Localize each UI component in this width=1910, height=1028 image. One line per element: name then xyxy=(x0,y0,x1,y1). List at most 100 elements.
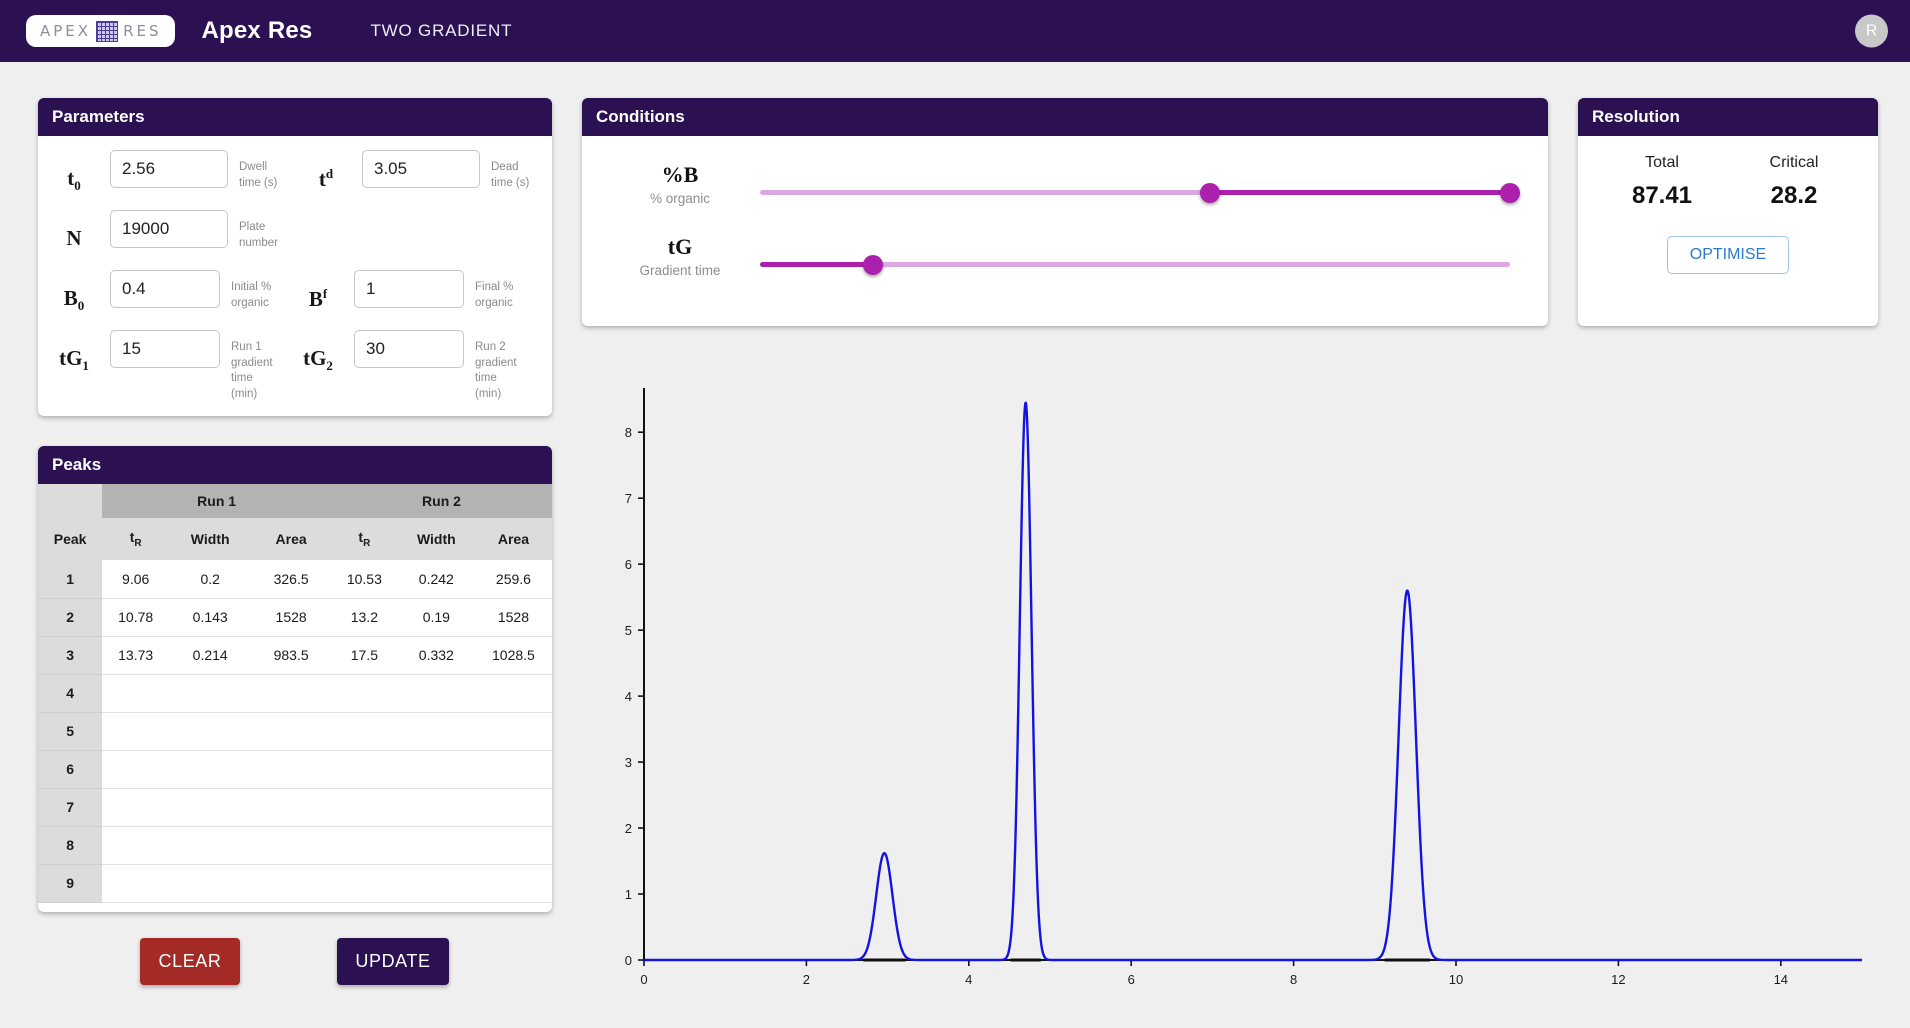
run2-tr[interactable] xyxy=(330,788,398,827)
run1-width[interactable] xyxy=(169,712,252,751)
run1-area[interactable] xyxy=(251,674,331,713)
logo[interactable]: APEX RES xyxy=(26,15,176,47)
run1-tr[interactable]: 13.73 xyxy=(102,636,170,675)
run2-tr[interactable] xyxy=(330,864,398,903)
dead-time-input[interactable] xyxy=(362,150,480,188)
run2-tr[interactable]: 10.53 xyxy=(330,560,398,599)
table-row[interactable]: 8 xyxy=(38,826,552,865)
initial-organic-input[interactable] xyxy=(110,270,220,308)
logo-text-right: RES xyxy=(123,22,162,40)
run2-width[interactable]: 0.19 xyxy=(397,598,475,637)
run2-area[interactable] xyxy=(474,712,552,751)
run1-tr[interactable] xyxy=(102,750,170,789)
peaks-col-run1-area: Area xyxy=(251,518,331,560)
run1-tr[interactable] xyxy=(102,864,170,903)
svg-text:6: 6 xyxy=(625,557,632,572)
run1-tr[interactable]: 9.06 xyxy=(102,560,170,599)
update-button[interactable]: UPDATE xyxy=(337,938,449,985)
run1-area[interactable]: 1528 xyxy=(251,598,331,637)
percent-b-slider[interactable] xyxy=(760,178,1520,208)
run2-tr[interactable] xyxy=(330,712,398,751)
peak-index: 5 xyxy=(38,712,103,751)
run2-width[interactable]: 0.332 xyxy=(397,636,475,675)
run1-area[interactable] xyxy=(251,864,331,903)
run1-area[interactable] xyxy=(251,788,331,827)
run2-tr[interactable]: 17.5 xyxy=(330,636,398,675)
parameter-field-b0: B0 Initial % organic xyxy=(38,270,282,314)
run1-width[interactable] xyxy=(169,826,252,865)
run1-width[interactable] xyxy=(169,788,252,827)
percent-b-thumb-low[interactable] xyxy=(1200,183,1220,203)
run2-area[interactable] xyxy=(474,788,552,827)
run1-area[interactable] xyxy=(251,750,331,789)
run2-tr[interactable] xyxy=(330,674,398,713)
tg-slider[interactable] xyxy=(760,250,1510,280)
run2-tr[interactable]: 13.2 xyxy=(330,598,398,637)
peaks-col-peak: Peak xyxy=(38,518,103,560)
table-row[interactable]: 3 13.73 0.214 983.5 17.5 0.332 1028.5 xyxy=(38,636,552,675)
run1-area[interactable]: 983.5 xyxy=(251,636,331,675)
run2-area[interactable]: 1028.5 xyxy=(474,636,552,675)
table-row[interactable]: 7 xyxy=(38,788,552,827)
run2-gradient-time-input[interactable] xyxy=(354,330,464,368)
run2-tr[interactable] xyxy=(330,750,398,789)
peak-index: 9 xyxy=(38,864,103,903)
percent-b-thumb-high[interactable] xyxy=(1500,183,1520,203)
run2-width[interactable] xyxy=(397,750,475,789)
run1-area[interactable] xyxy=(251,712,331,751)
clear-button[interactable]: CLEAR xyxy=(140,938,240,985)
run2-width[interactable] xyxy=(397,864,475,903)
run1-width[interactable] xyxy=(169,864,252,903)
run1-gradient-time-input[interactable] xyxy=(110,330,220,368)
parameter-row-n: N Plate number xyxy=(38,210,552,270)
table-row[interactable]: 5 xyxy=(38,712,552,751)
run2-width[interactable] xyxy=(397,712,475,751)
table-row[interactable]: 6 xyxy=(38,750,552,789)
peaks-group-run2: Run 2 xyxy=(330,484,552,518)
run2-area[interactable] xyxy=(474,674,552,713)
run1-area[interactable] xyxy=(251,826,331,865)
table-row[interactable]: 4 xyxy=(38,674,552,713)
table-row[interactable]: 1 9.06 0.2 326.5 10.53 0.242 259.6 xyxy=(38,560,552,599)
run2-width[interactable]: 0.242 xyxy=(397,560,475,599)
run1-width[interactable]: 0.2 xyxy=(169,560,252,599)
peaks-col-run1-width: Width xyxy=(169,518,252,560)
parameter-field-n: N Plate number xyxy=(38,210,290,251)
plate-number-input[interactable] xyxy=(110,210,228,248)
run2-width[interactable] xyxy=(397,674,475,713)
run2-area[interactable] xyxy=(474,750,552,789)
run2-area[interactable]: 259.6 xyxy=(474,560,552,599)
dwell-time-input[interactable] xyxy=(110,150,228,188)
resolution-total: Total 87.41 xyxy=(1596,154,1728,210)
final-organic-input[interactable] xyxy=(354,270,464,308)
run1-width[interactable]: 0.214 xyxy=(169,636,252,675)
run1-tr[interactable] xyxy=(102,788,170,827)
svg-text:8: 8 xyxy=(625,425,632,440)
optimise-button[interactable]: OPTIMISE xyxy=(1666,236,1790,274)
avatar[interactable]: R xyxy=(1855,14,1888,48)
tg-thumb[interactable] xyxy=(862,255,883,275)
run1-tr[interactable] xyxy=(102,674,170,713)
parameter-field-bf: Bf Final % organic xyxy=(282,270,526,312)
run1-area[interactable]: 326.5 xyxy=(251,560,331,599)
run1-tr[interactable] xyxy=(102,826,170,865)
run2-tr[interactable] xyxy=(330,826,398,865)
run2-area[interactable] xyxy=(474,864,552,903)
run2-width[interactable] xyxy=(397,788,475,827)
parameter-field-td: td Dead time (s) xyxy=(290,150,542,192)
run1-width[interactable] xyxy=(169,674,252,713)
percent-b-track-fill xyxy=(1210,190,1510,195)
app-mode-label[interactable]: TWO GRADIENT xyxy=(370,21,512,41)
run2-area[interactable]: 1528 xyxy=(474,598,552,637)
resolution-critical-value: 28.2 xyxy=(1770,182,1818,209)
run1-width[interactable]: 0.143 xyxy=(169,598,252,637)
run1-tr[interactable]: 10.78 xyxy=(102,598,170,637)
run1-tr[interactable] xyxy=(102,712,170,751)
run1-width[interactable] xyxy=(169,750,252,789)
table-row[interactable]: 2 10.78 0.143 1528 13.2 0.19 1528 xyxy=(38,598,552,637)
run2-area[interactable] xyxy=(474,826,552,865)
table-row[interactable]: 9 xyxy=(38,864,552,903)
run2-width[interactable] xyxy=(397,826,475,865)
peaks-actions: CLEAR UPDATE xyxy=(38,938,552,985)
parameter-field-tg2: tG2 Run 2 gradient time (min) xyxy=(282,330,526,402)
